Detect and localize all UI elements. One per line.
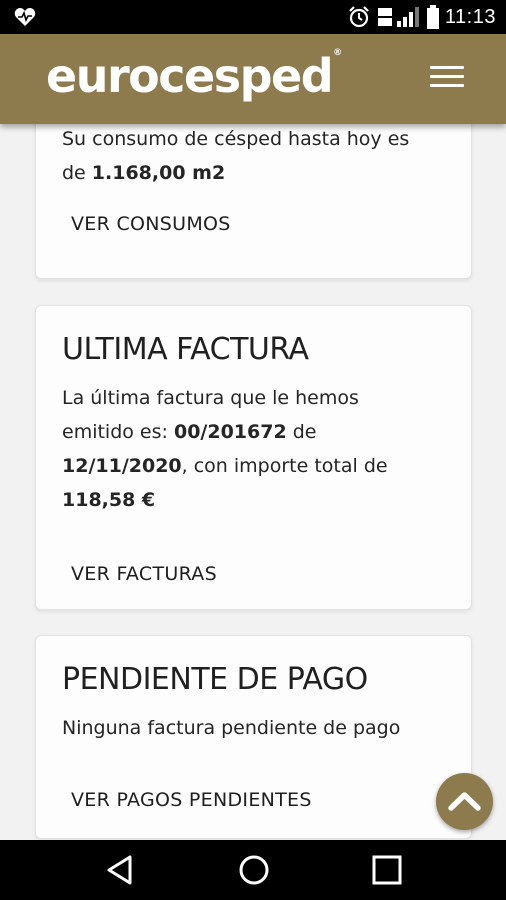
system-nav-bar xyxy=(0,840,506,900)
ver-facturas-link[interactable]: VER FACTURAS xyxy=(71,563,217,585)
back-icon[interactable] xyxy=(103,852,139,888)
recents-icon[interactable] xyxy=(369,852,405,888)
card-ultima-factura: ULTIMA FACTURA La última factura que le … xyxy=(35,305,472,610)
consumo-text: Su consumo de césped hasta hoy es de 1.1… xyxy=(62,128,410,184)
hamburger-menu-icon[interactable] xyxy=(430,66,464,92)
ver-pagos-pendientes-link[interactable]: VER PAGOS PENDIENTES xyxy=(71,789,312,811)
scroll-top-button[interactable] xyxy=(436,773,493,830)
consumo-amount: 1.168,00 m2 xyxy=(91,162,226,184)
card-pendiente-pago: PENDIENTE DE PAGO Ninguna factura pendie… xyxy=(35,635,472,839)
battery-icon xyxy=(426,5,439,29)
pendiente-text: Ninguna factura pendiente de pago xyxy=(62,717,401,739)
invoice-date: 12/11/2020 xyxy=(62,455,182,477)
ultima-factura-title: ULTIMA FACTURA xyxy=(62,332,309,367)
lte-signal-icon xyxy=(377,7,419,27)
ver-consumos-link[interactable]: VER CONSUMOS xyxy=(71,213,231,235)
main-content[interactable]: Su consumo de césped hasta hoy es de 1.1… xyxy=(0,124,506,840)
invoice-number: 00/201672 xyxy=(173,421,287,443)
logo-text: eurocesped xyxy=(46,49,334,103)
heart-icon xyxy=(14,8,36,26)
home-icon[interactable] xyxy=(236,852,272,888)
alarm-icon xyxy=(349,6,369,28)
registered-mark: ® xyxy=(333,48,343,58)
app-header: eurocesped ® xyxy=(0,34,506,124)
invoice-total: 118,58 € xyxy=(62,489,156,511)
chevron-up-icon xyxy=(448,792,481,811)
brand-logo[interactable]: eurocesped ® xyxy=(46,46,342,106)
pendiente-pago-title: PENDIENTE DE PAGO xyxy=(62,662,368,697)
status-time: 11:13 xyxy=(444,5,496,28)
factura-text: La última factura que le hemos emitido e… xyxy=(62,387,388,511)
status-icons: 11:13 xyxy=(347,4,496,30)
card-consumo: Su consumo de césped hasta hoy es de 1.1… xyxy=(35,124,472,279)
status-bar: 11:13 xyxy=(0,0,506,34)
